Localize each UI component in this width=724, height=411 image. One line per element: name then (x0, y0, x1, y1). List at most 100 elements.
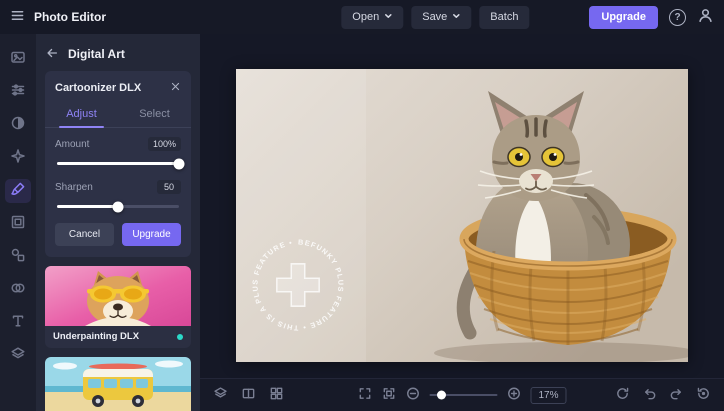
photo-canvas[interactable]: BEFUNKY PLUS FEATURE • THIS IS A PLUS FE… (236, 69, 688, 362)
app-title: Photo Editor (34, 10, 106, 24)
zoom-slider-knob[interactable] (437, 391, 446, 400)
layers-button[interactable] (213, 386, 228, 404)
photo-editor-app: Photo Editor Open Save Batch Upgrade (0, 0, 724, 411)
menu-button[interactable] (10, 8, 25, 26)
open-button[interactable]: Open (341, 6, 403, 29)
amount-label: Amount (55, 139, 89, 150)
effect-name: Underpainting DLX (53, 331, 139, 342)
batch-button[interactable]: Batch (479, 6, 529, 29)
zoom-slider[interactable] (429, 394, 497, 396)
rail-item-artsy[interactable] (5, 179, 31, 203)
text-icon (10, 313, 26, 334)
close-icon (170, 80, 181, 95)
sparkle-icon (10, 148, 26, 169)
zoom-in-icon (506, 386, 521, 404)
bottom-toolbar: 17% (200, 378, 724, 411)
sharpen-slider-fill (57, 205, 118, 208)
effect-card-underpainting[interactable]: Underpainting DLX (45, 266, 191, 348)
open-label: Open (352, 11, 379, 23)
fullscreen-button[interactable] (357, 386, 372, 404)
upgrade-button[interactable]: Upgrade (589, 6, 658, 29)
panel-title: Digital Art (68, 47, 125, 61)
rail-item-text[interactable] (5, 311, 31, 335)
layers-icon (10, 346, 26, 367)
tab-adjust[interactable]: Adjust (45, 102, 118, 127)
amount-value[interactable]: 100% (148, 137, 181, 151)
rail-item-adjust[interactable] (5, 80, 31, 104)
save-button[interactable]: Save (411, 6, 471, 29)
oil-painting-thumbnail (45, 357, 191, 411)
sharpen-slider[interactable] (57, 205, 179, 208)
brush-icon (10, 181, 26, 202)
tool-card: Cartoonizer DLX Adjust Select Amount 100… (45, 71, 191, 257)
cat-image (236, 69, 688, 362)
overlay-icon (10, 280, 26, 301)
effect-card-oil-painting[interactable]: Oil Painting DLX (45, 357, 191, 411)
rotate-icon (615, 386, 630, 404)
zoom-in-button[interactable] (506, 386, 521, 404)
sharpen-slider-group: Sharpen 50 (45, 171, 191, 214)
grid-icon (269, 386, 284, 404)
compare-button[interactable] (241, 386, 256, 404)
fullscreen-icon (357, 386, 372, 404)
apply-upgrade-button[interactable]: Upgrade (122, 223, 181, 246)
shapes-icon (10, 247, 26, 268)
top-bar: Photo Editor Open Save Batch Upgrade (0, 0, 724, 34)
rail-item-frames[interactable] (5, 212, 31, 236)
side-panel: Digital Art Cartoonizer DLX Adjust Selec… (36, 34, 200, 411)
amount-slider-fill (57, 162, 179, 165)
rotate-button[interactable] (615, 386, 630, 404)
save-label: Save (422, 11, 447, 23)
chevron-down-icon (384, 11, 392, 23)
rail-item-overlays[interactable] (5, 278, 31, 302)
layers-icon (213, 386, 228, 404)
undo-button[interactable] (642, 386, 657, 404)
tool-tabs: Adjust Select (45, 102, 191, 128)
question-icon: ? (674, 12, 680, 23)
back-arrow-icon (45, 46, 59, 63)
canvas-viewport[interactable]: BEFUNKY PLUS FEATURE • THIS IS A PLUS FE… (200, 34, 724, 378)
back-button[interactable] (45, 46, 59, 63)
hamburger-icon (10, 8, 25, 26)
underpainting-thumbnail (45, 266, 191, 326)
tool-rail (0, 34, 36, 411)
help-button[interactable]: ? (669, 9, 686, 26)
tab-select[interactable]: Select (118, 102, 191, 127)
amount-slider-group: Amount 100% (45, 128, 191, 171)
redo-icon (669, 386, 684, 404)
sharpen-slider-knob[interactable] (113, 201, 124, 212)
chevron-down-icon (452, 11, 460, 23)
tool-title: Cartoonizer DLX (55, 82, 141, 94)
premium-dot (177, 334, 183, 340)
effects-list: Underpainting DLX (45, 266, 191, 411)
amount-slider-knob[interactable] (174, 158, 185, 169)
sharpen-value[interactable]: 50 (157, 180, 181, 194)
rail-item-sparkle[interactable] (5, 146, 31, 170)
rail-item-photo[interactable] (5, 47, 31, 71)
sharpen-label: Sharpen (55, 182, 93, 193)
fit-screen-icon (381, 386, 396, 404)
photo-icon (10, 49, 26, 70)
redo-button[interactable] (669, 386, 684, 404)
zoom-level[interactable]: 17% (530, 387, 566, 404)
rail-item-graphics[interactable] (5, 245, 31, 269)
cancel-button[interactable]: Cancel (55, 223, 114, 246)
fit-screen-button[interactable] (381, 386, 396, 404)
sliders-icon (10, 82, 26, 103)
zoom-out-icon (405, 386, 420, 404)
amount-slider[interactable] (57, 162, 179, 165)
compare-icon (241, 386, 256, 404)
frame-icon (10, 214, 26, 235)
canvas-area: BEFUNKY PLUS FEATURE • THIS IS A PLUS FE… (200, 34, 724, 411)
user-icon (697, 7, 714, 27)
thumbnails-button[interactable] (269, 386, 284, 404)
zoom-out-button[interactable] (405, 386, 420, 404)
account-button[interactable] (697, 7, 714, 27)
rail-item-effects[interactable] (5, 113, 31, 137)
rail-item-textures[interactable] (5, 344, 31, 368)
reset-button[interactable] (696, 386, 711, 404)
batch-label: Batch (490, 11, 518, 23)
reset-icon (696, 386, 711, 404)
close-button[interactable] (170, 80, 181, 95)
undo-icon (642, 386, 657, 404)
